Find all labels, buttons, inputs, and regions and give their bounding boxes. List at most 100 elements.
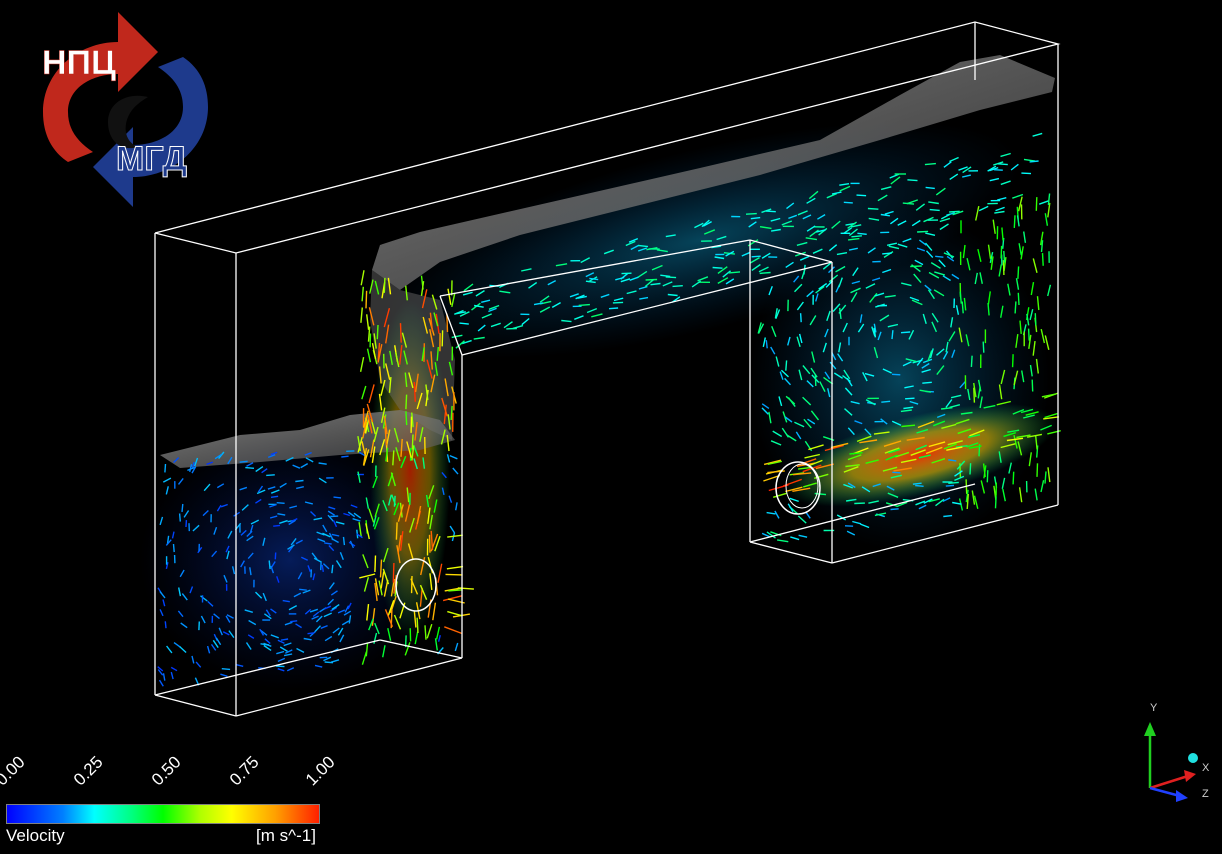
velocity-vector xyxy=(360,307,363,323)
velocity-vector xyxy=(1000,245,1003,259)
x-axis-arrowhead xyxy=(1184,770,1196,782)
velocity-vector xyxy=(426,623,433,639)
legend-tick-2: 0.50 xyxy=(147,752,185,790)
velocity-vector xyxy=(993,169,1003,171)
velocity-vector xyxy=(405,411,408,426)
velocity-vector xyxy=(1003,250,1006,263)
velocity-vector xyxy=(1035,197,1038,211)
velocity-vector xyxy=(917,230,929,233)
velocity-vector xyxy=(900,331,911,334)
legend-colorbar xyxy=(6,804,320,824)
velocity-vector xyxy=(221,668,231,671)
velocity-vector xyxy=(164,621,167,629)
velocity-vector xyxy=(1012,471,1015,485)
velocity-vector xyxy=(374,555,377,573)
velocity-vector xyxy=(790,536,800,541)
velocity-vector xyxy=(366,348,372,363)
velocity-vector xyxy=(455,502,458,511)
velocity-vector xyxy=(368,384,375,404)
velocity-vector xyxy=(399,323,402,343)
velocity-vector xyxy=(392,450,395,466)
velocity-vector xyxy=(1041,253,1044,266)
velocity-vector xyxy=(448,495,453,503)
velocity-vector xyxy=(341,455,349,458)
y-axis-label: Y xyxy=(1150,702,1158,714)
velocity-vector xyxy=(785,360,788,371)
velocity-vector xyxy=(922,381,932,384)
velocity-vector xyxy=(1032,258,1038,273)
velocity-vector xyxy=(428,534,431,553)
velocity-vector xyxy=(449,525,456,534)
velocity-vector xyxy=(449,454,458,460)
velocity-vector xyxy=(1038,200,1049,205)
velocity-vector xyxy=(331,564,334,574)
velocity-vector xyxy=(359,356,365,372)
orientation-triad[interactable]: Y X Z xyxy=(1130,700,1222,810)
velocity-vector xyxy=(273,524,281,527)
y-axis-arrowhead xyxy=(1144,722,1156,736)
velocity-vector xyxy=(787,503,794,512)
logo-top-text: НПЦ xyxy=(42,44,116,82)
velocity-vector xyxy=(969,463,972,475)
velocity-vector xyxy=(949,210,960,213)
velocity-vector xyxy=(1013,215,1016,228)
velocity-vector xyxy=(162,477,172,483)
velocity-vector xyxy=(912,482,922,485)
velocity-vector xyxy=(961,301,964,314)
velocity-vector xyxy=(1030,281,1035,296)
velocity-vector xyxy=(1044,213,1049,226)
velocity-vector xyxy=(1016,215,1020,227)
velocity-vector xyxy=(1017,266,1020,279)
velocity-vector xyxy=(1032,132,1043,137)
velocity-vector xyxy=(1018,487,1023,503)
velocity-vector xyxy=(929,208,940,212)
velocity-vector xyxy=(843,201,853,204)
velocity-vector xyxy=(905,397,915,400)
velocity-vector xyxy=(851,235,862,238)
velocity-vector xyxy=(1011,354,1014,368)
velocity-vector xyxy=(395,522,398,540)
velocity-vector xyxy=(608,307,619,310)
velocity-vector xyxy=(745,212,757,215)
velocity-vector xyxy=(383,277,386,293)
velocity-vector xyxy=(759,271,771,275)
velocity-vector xyxy=(925,186,935,190)
velocity-vector xyxy=(379,559,383,578)
velocity-vector xyxy=(945,484,955,487)
velocity-vector xyxy=(366,314,370,330)
viewer-canvas[interactable]: НПЦ МГД 0.00 0.25 0.50 0.75 1.00 Velocit… xyxy=(0,0,1222,854)
logo-bottom-text: МГД xyxy=(116,140,187,178)
npc-mgd-logo: НПЦ МГД xyxy=(42,12,208,207)
velocity-vector xyxy=(275,665,285,668)
velocity-vector xyxy=(446,565,464,570)
velocity-vector xyxy=(994,496,997,509)
velocity-vector xyxy=(361,385,367,400)
legend-tick-1: 0.25 xyxy=(69,752,107,790)
velocity-vector xyxy=(1047,202,1051,218)
velocity-vector xyxy=(856,194,867,197)
velocity-vector xyxy=(170,666,178,672)
z-axis-label: Z xyxy=(1202,788,1209,800)
velocity-vector xyxy=(181,503,184,512)
velocity-vector xyxy=(342,536,346,546)
velocity-vector xyxy=(299,588,307,591)
velocity-vector xyxy=(276,502,285,504)
velocity-vector xyxy=(266,474,275,477)
velocity-vector xyxy=(411,434,414,450)
velocity-vector xyxy=(178,513,181,522)
velocity-vector xyxy=(376,324,379,340)
velocity-vector xyxy=(365,290,368,309)
velocity-vector xyxy=(798,534,808,538)
velocity-vector xyxy=(995,206,1005,212)
velocity-vector xyxy=(444,626,463,635)
velocity-vector xyxy=(892,471,901,474)
velocity-vector xyxy=(1021,172,1032,175)
velocity-vector xyxy=(162,673,166,681)
z-axis-line xyxy=(1149,786,1181,798)
velocity-vector xyxy=(1044,471,1047,484)
velocity-vector xyxy=(882,252,892,255)
velocity-vector xyxy=(166,645,173,654)
velocity-vector xyxy=(1014,301,1017,314)
velocity-vector xyxy=(268,560,271,570)
velocity-vector xyxy=(857,232,867,235)
